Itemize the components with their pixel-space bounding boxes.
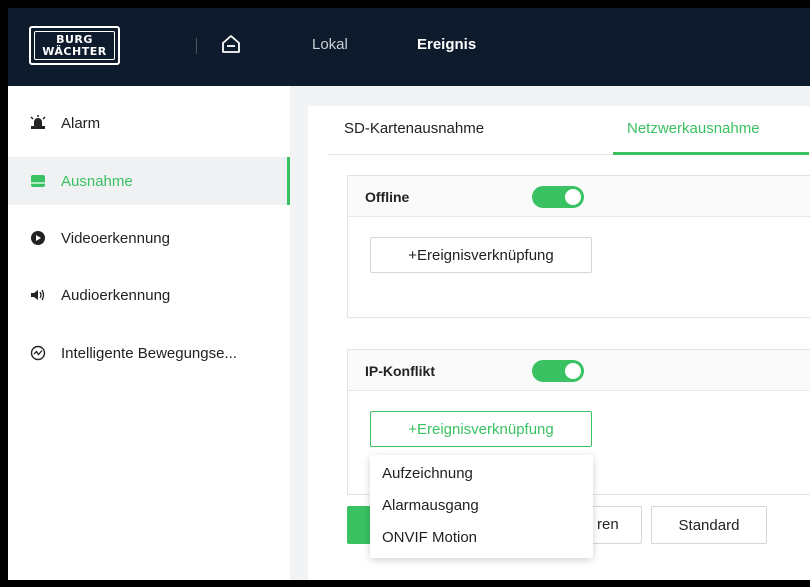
alarm-icon [28, 113, 48, 133]
standard-button[interactable]: Standard [651, 506, 767, 544]
section-offline: Offline +Ereignisverknüpfung [347, 175, 810, 318]
section-header: IP-Konflikt [348, 350, 810, 391]
sidebar-item-bewegung[interactable]: Intelligente Bewegungse... [8, 329, 290, 377]
sidebar-item-ausnahme[interactable]: Ausnahme [8, 157, 290, 205]
tab-netzwerkausnahme[interactable]: Netzwerkausnahme [627, 120, 760, 137]
dropdown-item-onvif-motion[interactable]: ONVIF Motion [382, 529, 477, 546]
exception-icon [28, 171, 48, 191]
sidebar: Alarm Ausnahme Videoerkennung Audioerken… [8, 86, 290, 580]
sidebar-item-videoerkennung[interactable]: Videoerkennung [8, 214, 290, 262]
motion-icon [28, 343, 48, 363]
sidebar-item-label: Intelligente Bewegungse... [61, 344, 237, 362]
offline-toggle[interactable] [532, 186, 584, 208]
nav-lokal[interactable]: Lokal [312, 36, 348, 53]
brand-line-1: BURG [56, 32, 93, 46]
sidebar-item-label: Audioerkennung [61, 286, 171, 304]
sidebar-item-label: Alarm [61, 114, 101, 132]
active-tab-indicator [613, 152, 809, 155]
section-title: Offline [365, 189, 410, 205]
app-frame: BURG WÄCHTER Lokal Ereignis Alarm Ausnah… [8, 8, 810, 580]
tab-bar: SD-Kartenausnahme Netzwerkausnahme [327, 106, 810, 155]
video-icon [28, 228, 48, 248]
sidebar-item-alarm[interactable]: Alarm [8, 99, 290, 147]
audio-icon [28, 285, 48, 305]
event-link-button[interactable]: +Ereignisverknüpfung [370, 237, 592, 273]
dropdown-item-aufzeichnung[interactable]: Aufzeichnung [382, 465, 473, 482]
brand-logo-inner: BURG WÄCHTER [34, 31, 115, 60]
sidebar-item-audioerkennung[interactable]: Audioerkennung [8, 271, 290, 319]
section-header: Offline [348, 176, 810, 217]
event-link-button[interactable]: +Ereignisverknüpfung [370, 411, 592, 447]
sidebar-item-label: Ausnahme [61, 172, 133, 190]
brand-logo[interactable]: BURG WÄCHTER [29, 26, 120, 65]
tab-sd-kartenausnahme[interactable]: SD-Kartenausnahme [344, 120, 484, 137]
ip-konflikt-toggle[interactable] [532, 360, 584, 382]
section-title: IP-Konflikt [365, 363, 435, 379]
topbar-divider [196, 38, 197, 54]
reset-button-label: ren [597, 516, 619, 533]
event-link-dropdown: Aufzeichnung Alarmausgang ONVIF Motion [370, 455, 593, 558]
sidebar-item-label: Videoerkennung [61, 229, 170, 247]
nav-ereignis[interactable]: Ereignis [417, 36, 476, 53]
top-bar: BURG WÄCHTER Lokal Ereignis [8, 8, 810, 86]
dropdown-item-alarmausgang[interactable]: Alarmausgang [382, 497, 479, 514]
home-icon[interactable] [220, 33, 242, 55]
brand-line-2: WÄCHTER [42, 44, 107, 58]
